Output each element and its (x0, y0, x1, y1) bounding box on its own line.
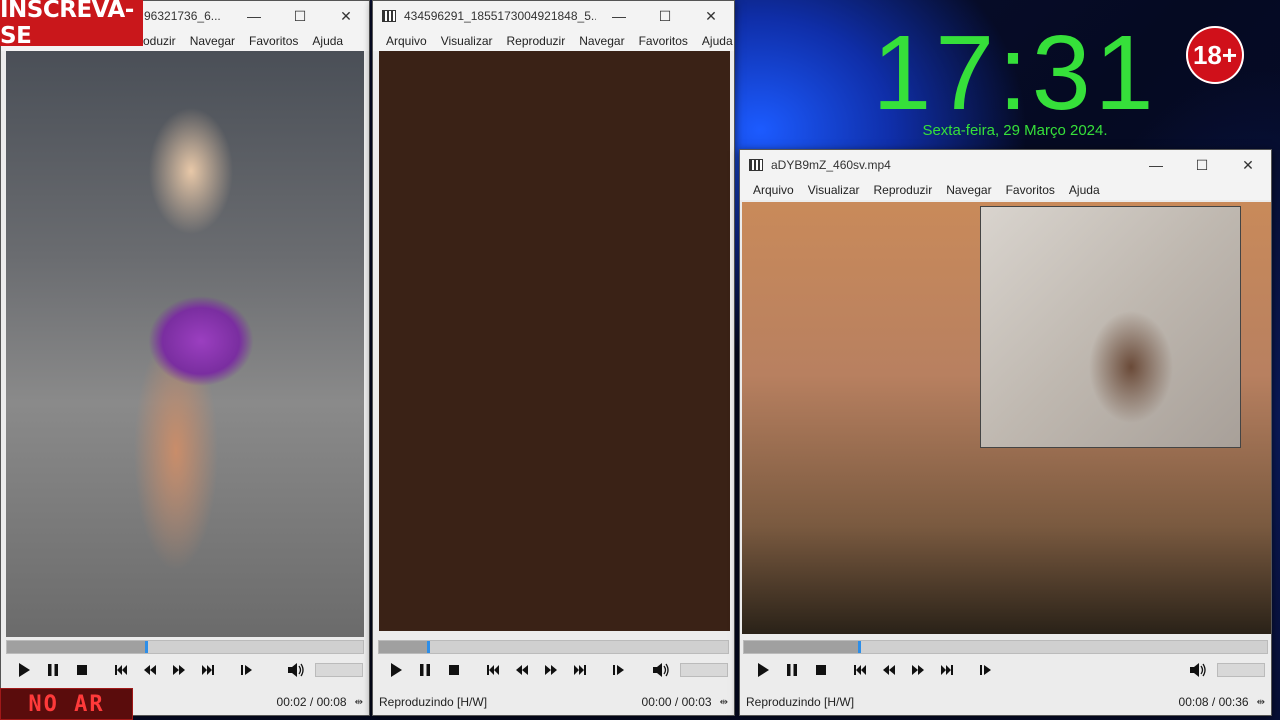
previous-icon[interactable] (845, 658, 874, 682)
player-app-icon (749, 159, 763, 171)
stop-button[interactable] (67, 658, 96, 682)
player-window-2[interactable]: 434596291_1855173004921848_5... — ☐ ✕ Ar… (372, 0, 735, 716)
frame-step-icon[interactable] (232, 658, 261, 682)
volume-slider[interactable] (680, 663, 728, 677)
status-bar: Reproduzindo [H/W] 00:08 / 00:36 ⇹ (740, 689, 1271, 715)
menu-ajuda[interactable]: Ajuda (1062, 183, 1107, 197)
menu-bar: Arquivo Visualizar Reproduzir Navegar Fa… (373, 31, 734, 51)
menu-reproduzir[interactable]: roduzir (139, 34, 183, 48)
live-indicator: NO AR (0, 688, 133, 720)
volume-icon[interactable] (283, 658, 309, 682)
minimize-button[interactable]: — (596, 1, 642, 31)
playback-controls (1, 653, 369, 687)
pause-button[interactable] (38, 658, 67, 682)
menu-navegar[interactable]: Navegar (939, 183, 998, 197)
title-bar[interactable]: 434596291_1855173004921848_5... — ☐ ✕ (373, 1, 734, 31)
status-text: Reproduzindo [H/W] (379, 695, 488, 709)
video-area[interactable] (379, 51, 730, 631)
maximize-button[interactable]: ☐ (642, 1, 688, 31)
menu-reproduzir[interactable]: Reproduzir (500, 34, 573, 48)
minimize-button[interactable]: — (1133, 150, 1179, 180)
close-button[interactable]: ✕ (1225, 150, 1271, 180)
playback-time: 00:00 / 00:03 (641, 695, 712, 709)
seek-progress (7, 641, 146, 653)
pause-button[interactable] (410, 658, 439, 682)
rewind-icon[interactable] (874, 658, 903, 682)
window-title: aDYB9mZ_460sv.mp4 (771, 158, 891, 172)
webcam-overlay (980, 206, 1241, 448)
seek-thumb[interactable] (426, 641, 430, 653)
status-text: Reproduzindo [H/W] (746, 695, 855, 709)
pause-button[interactable] (777, 658, 806, 682)
menu-favoritos[interactable]: Favoritos (242, 34, 305, 48)
next-icon[interactable] (193, 658, 222, 682)
previous-icon[interactable] (106, 658, 135, 682)
volume-slider[interactable] (315, 663, 363, 677)
window-title: 96321736_6... (144, 9, 221, 23)
seek-progress (744, 641, 860, 653)
seek-bar[interactable] (743, 640, 1268, 654)
play-button[interactable] (9, 658, 38, 682)
playback-time: 00:02 / 00:08 (276, 695, 347, 709)
seek-thumb[interactable] (858, 641, 862, 653)
close-button[interactable]: ✕ (323, 1, 369, 31)
menu-favoritos[interactable]: Favoritos (632, 34, 695, 48)
fast-forward-icon[interactable] (536, 658, 565, 682)
resize-icon: ⇹ (354, 696, 363, 708)
maximize-button[interactable]: ☐ (277, 1, 323, 31)
resize-icon: ⇹ (719, 696, 728, 708)
menu-navegar[interactable]: Navegar (572, 34, 631, 48)
previous-icon[interactable] (478, 658, 507, 682)
play-button[interactable] (381, 658, 410, 682)
next-icon[interactable] (565, 658, 594, 682)
play-button[interactable] (748, 658, 777, 682)
clock-time: 17:31 (872, 14, 1158, 132)
age-rating-badge: 18+ (1186, 26, 1244, 84)
menu-reproduzir[interactable]: Reproduzir (867, 183, 940, 197)
menu-navegar[interactable]: Navegar (183, 34, 242, 48)
video-area[interactable] (6, 51, 364, 637)
maximize-button[interactable]: ☐ (1179, 150, 1225, 180)
rewind-icon[interactable] (135, 658, 164, 682)
minimize-button[interactable]: — (231, 1, 277, 31)
player-window-1[interactable]: 96321736_6... — ☐ ✕ roduzir Navegar Favo… (0, 0, 370, 716)
volume-slider[interactable] (1217, 663, 1265, 677)
fast-forward-icon[interactable] (164, 658, 193, 682)
menu-visualizar[interactable]: Visualizar (801, 183, 867, 197)
menu-favoritos[interactable]: Favoritos (999, 183, 1062, 197)
menu-bar: Arquivo Visualizar Reproduzir Navegar Fa… (740, 180, 1271, 200)
seek-bar[interactable] (378, 640, 729, 654)
volume-icon[interactable] (1185, 658, 1211, 682)
fast-forward-icon[interactable] (903, 658, 932, 682)
next-icon[interactable] (932, 658, 961, 682)
subscribe-banner: INSCREVA-SE (0, 0, 143, 49)
menu-ajuda[interactable]: Ajuda (305, 34, 350, 48)
player-app-icon (382, 10, 396, 22)
seek-progress (379, 641, 428, 653)
clock-date: Sexta-feira, 29 Março 2024. (922, 122, 1108, 139)
menu-arquivo[interactable]: Arquivo (746, 183, 801, 197)
rewind-icon[interactable] (507, 658, 536, 682)
title-bar[interactable]: aDYB9mZ_460sv.mp4 — ☐ ✕ (740, 150, 1271, 180)
close-button[interactable]: ✕ (688, 1, 734, 31)
stop-button[interactable] (439, 658, 468, 682)
playback-controls (373, 653, 734, 687)
seek-bar[interactable] (6, 640, 364, 654)
stop-button[interactable] (806, 658, 835, 682)
status-bar: Reproduzindo [H/W] 00:00 / 00:03 ⇹ (373, 689, 734, 715)
frame-step-icon[interactable] (604, 658, 633, 682)
volume-icon[interactable] (648, 658, 674, 682)
window-title: 434596291_1855173004921848_5... (404, 9, 596, 23)
seek-thumb[interactable] (144, 641, 148, 653)
menu-visualizar[interactable]: Visualizar (434, 34, 500, 48)
menu-ajuda[interactable]: Ajuda (695, 34, 740, 48)
playback-controls (740, 653, 1271, 687)
frame-step-icon[interactable] (971, 658, 1000, 682)
menu-arquivo[interactable]: Arquivo (379, 34, 434, 48)
playback-time: 00:08 / 00:36 (1178, 695, 1249, 709)
resize-icon: ⇹ (1256, 696, 1265, 708)
